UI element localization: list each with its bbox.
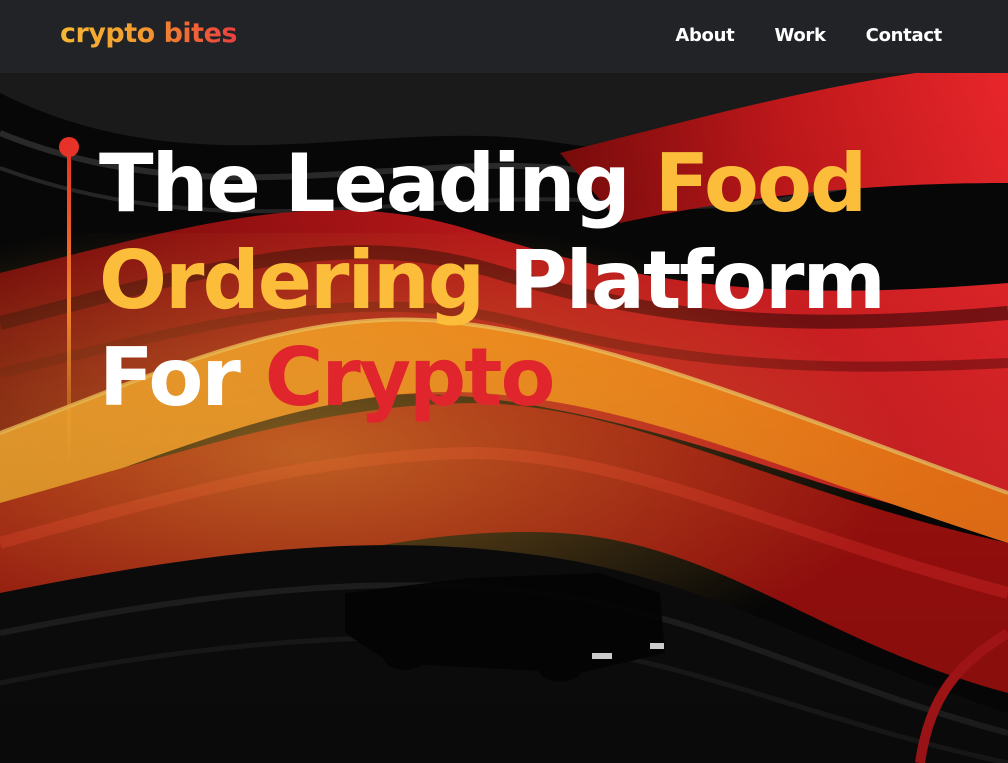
top-navbar: crypto bites About Work Contact: [0, 0, 1008, 73]
nav-link-work[interactable]: Work: [774, 24, 826, 48]
headline-text-crypto: Crypto: [264, 331, 556, 424]
headline-text-for: For: [99, 331, 241, 424]
headline-line-2: Ordering Platform: [99, 232, 979, 329]
headline-text-food: Food: [654, 137, 868, 230]
headline-line-3: For Crypto: [99, 329, 979, 426]
headline-text-platform: Platform: [508, 234, 886, 327]
logo[interactable]: crypto bites: [60, 14, 237, 54]
headline-text-ordering: Ordering: [99, 234, 485, 327]
hero-headline: The Leading Food Ordering Platform For C…: [99, 135, 979, 426]
nav-link-about[interactable]: About: [675, 24, 734, 48]
headline-line-1: The Leading Food: [99, 135, 979, 232]
nav-links: About Work Contact: [675, 24, 942, 48]
accent-line-decoration: [59, 137, 79, 465]
nav-link-contact[interactable]: Contact: [866, 24, 943, 48]
headline-text-the-leading: The Leading: [99, 137, 631, 230]
hero-section: The Leading Food Ordering Platform For C…: [0, 73, 1008, 763]
